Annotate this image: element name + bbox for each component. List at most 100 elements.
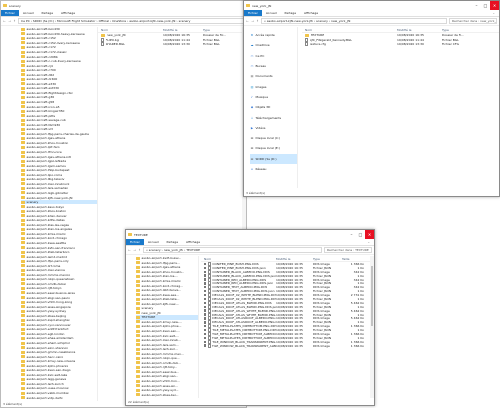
search-input[interactable]: Rechercher dans : TEXTURE xyxy=(324,247,372,253)
close-icon[interactable]: ✕ xyxy=(365,230,374,239)
ribbon-expand-icon[interactable]: ⌄ xyxy=(488,10,499,16)
nav-item[interactable]: ▤ Documents xyxy=(250,71,297,81)
column-date[interactable]: Modifié le xyxy=(163,28,203,32)
title-bar[interactable]: scenery xyxy=(1,1,246,10)
tab-partage[interactable]: Partage xyxy=(38,10,58,16)
nav-item-label: asobo-airport-nzqn-que... xyxy=(141,356,180,361)
close-icon[interactable]: ✕ xyxy=(490,1,499,10)
search-input[interactable]: Rechercher dans : new_york_jfk xyxy=(449,18,497,24)
scrollbar-thumb[interactable] xyxy=(371,266,373,326)
row-checkbox[interactable] xyxy=(204,262,207,266)
row-checkbox[interactable] xyxy=(204,344,207,347)
maximize-icon[interactable]: □ xyxy=(481,1,490,10)
row-checkbox[interactable] xyxy=(204,301,207,305)
row-checkbox[interactable] xyxy=(204,297,207,301)
tab-fichier[interactable]: Fichier xyxy=(244,10,262,16)
nav-item[interactable]: ▬ Disque local (C:) xyxy=(250,133,297,143)
column-type[interactable]: Type xyxy=(203,28,243,32)
tab-partage[interactable]: Partage xyxy=(281,10,301,16)
nav-item[interactable]: asobo-airport-zspd-sha... xyxy=(136,397,198,398)
row-checkbox[interactable] xyxy=(204,321,207,324)
tab-fichier[interactable]: Fichier xyxy=(1,10,19,16)
nav-item-label: asobo-airport-kdfw-dallas xyxy=(26,218,65,223)
folder-icon xyxy=(21,350,25,354)
title-bar[interactable]: TEXTURE – □ ✕ xyxy=(126,230,374,239)
folder-icon xyxy=(21,168,25,172)
tab-affichage[interactable]: Affichage xyxy=(57,10,79,16)
column-date[interactable]: Modifié le xyxy=(276,257,313,261)
file-name: texture.cfg xyxy=(309,42,326,47)
row-checkbox[interactable] xyxy=(204,313,207,316)
minimize-icon[interactable]: – xyxy=(472,1,481,10)
row-checkbox[interactable] xyxy=(204,286,207,289)
nav-item[interactable]: ▭ Ce PC xyxy=(250,51,297,61)
nav-item[interactable]: ★ Accès rapide xyxy=(250,30,297,40)
column-name[interactable]: Nom xyxy=(201,257,276,261)
column-name[interactable]: Nom xyxy=(98,28,163,32)
row-checkbox[interactable] xyxy=(204,274,207,277)
row-checkbox[interactable] xyxy=(204,340,207,343)
tab-fichier[interactable]: Fichier xyxy=(126,239,144,245)
nav-item-label: Bureau xyxy=(255,64,267,69)
file-type: Dossier de fic... xyxy=(203,33,227,38)
nav-item-label: asobo-aircraft-tbm930 xyxy=(26,122,61,127)
up-arrow-icon[interactable]: ↑ xyxy=(138,248,141,252)
up-arrow-icon[interactable]: ↑ xyxy=(13,19,16,23)
nav-item[interactable]: ▭ Bureau xyxy=(250,61,297,71)
ribbon-expand-icon[interactable]: ⌄ xyxy=(363,239,374,245)
tab-affichage[interactable]: Affichage xyxy=(182,239,204,245)
nav-item[interactable]: ▶ Vidéos xyxy=(250,123,297,133)
nav-item[interactable]: ▬ Disque local (E:) xyxy=(250,143,297,153)
title-bar[interactable]: new_york_jfk – □ ✕ xyxy=(244,1,499,10)
nav-item[interactable]: ⌂ Réseau xyxy=(250,164,297,174)
nav-item[interactable]: ▨ Images xyxy=(250,81,297,91)
row-checkbox[interactable] xyxy=(204,317,207,320)
forward-arrow-icon[interactable]: → xyxy=(8,19,11,23)
row-checkbox[interactable] xyxy=(204,289,207,293)
row-checkbox[interactable] xyxy=(204,309,207,312)
column-type[interactable]: Type xyxy=(442,28,482,32)
row-checkbox[interactable] xyxy=(204,336,207,340)
row-checkbox[interactable] xyxy=(204,278,207,281)
nav-item[interactable]: ◆ Objets 3D xyxy=(250,102,297,112)
list-item[interactable]: TILE_WINDOW_BLACK_TRANSPARENT_ALBEDO.PNG… xyxy=(201,343,374,348)
row-checkbox[interactable] xyxy=(204,270,207,273)
maximize-icon[interactable]: □ xyxy=(356,230,365,239)
address-path[interactable]: Ce PC › SDDD (Ss (D:) › Microsoft Flight… xyxy=(18,18,244,24)
column-name[interactable]: Nom xyxy=(302,28,397,32)
address-path[interactable]: « asobo-airport-kjfk-new-york-jfk › scen… xyxy=(261,18,447,24)
nav-item[interactable]: ▬ SDDD (Ss (D:) xyxy=(250,153,297,164)
tab-affichage[interactable]: Affichage xyxy=(300,10,322,16)
row-checkbox[interactable] xyxy=(204,282,207,285)
tab-accueil[interactable]: Accueil xyxy=(144,239,163,245)
tab-accueil[interactable]: Accueil xyxy=(19,10,38,16)
up-arrow-icon[interactable]: ↑ xyxy=(256,19,259,23)
vertical-scrollbar[interactable] xyxy=(370,256,374,398)
nav-item[interactable]: ☁ OneDrive xyxy=(250,40,297,50)
nav-item[interactable]: ↓ Téléchargements xyxy=(250,112,297,122)
row-checkbox[interactable] xyxy=(204,293,207,297)
tab-accueil[interactable]: Accueil xyxy=(262,10,281,16)
column-size[interactable]: Taille xyxy=(342,257,364,261)
nav-item[interactable]: ♪ Musique xyxy=(250,92,297,102)
row-checkbox[interactable] xyxy=(204,305,207,308)
forward-arrow-icon[interactable]: → xyxy=(133,248,136,252)
explorer-body: ★ Accès rapide ☁ OneDrive ▭ Ce PC ▭ Bureau ▤ Docu… xyxy=(244,27,499,188)
tab-partage[interactable]: Partage xyxy=(163,239,183,245)
row-checkbox[interactable] xyxy=(204,332,207,336)
back-arrow-icon[interactable]: ← xyxy=(246,19,249,23)
nav-item-label: asobo-airport-kbos-boston xyxy=(26,209,67,214)
row-checkbox[interactable] xyxy=(204,266,207,270)
list-item[interactable]: texture.cfg 19/08/2020 13:30 Fichier CFG xyxy=(302,42,499,47)
row-checkbox[interactable] xyxy=(204,328,207,332)
list-item[interactable]: SHARED.BGL 19/08/2020 13:30 Fichier BGL xyxy=(98,42,246,47)
nav-item[interactable]: asobo-airport-wadd-bali xyxy=(21,400,97,401)
row-checkbox[interactable] xyxy=(204,325,207,328)
back-arrow-icon[interactable]: ← xyxy=(128,248,131,252)
forward-arrow-icon[interactable]: → xyxy=(251,19,254,23)
address-path[interactable]: « scenery › new_york_jfk › TEXTURE xyxy=(143,247,322,253)
column-type[interactable]: Type xyxy=(313,257,342,261)
back-arrow-icon[interactable]: ← xyxy=(3,19,6,23)
minimize-icon[interactable]: – xyxy=(347,230,356,239)
column-date[interactable]: Modifié le xyxy=(397,28,442,32)
